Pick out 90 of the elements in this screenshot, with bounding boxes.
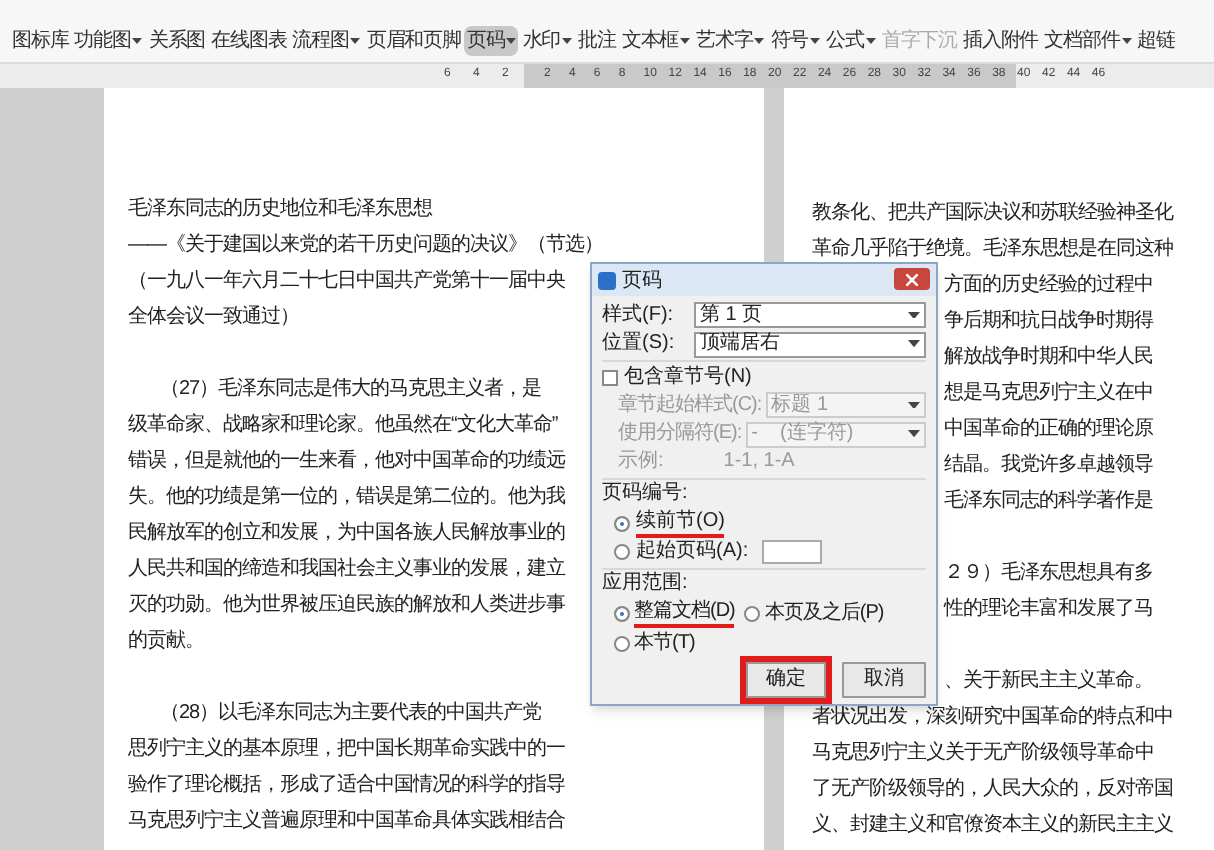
spin-field[interactable] xyxy=(762,540,823,564)
field-label: 使用分隔符(E): xyxy=(616,422,742,446)
checkbox-label: 包含章节号(N) xyxy=(624,365,752,389)
field-label: 样式(F): xyxy=(602,303,676,327)
text-line: （28）以毛泽东同志为主要代表的中国共产党 xyxy=(160,699,542,728)
text-line: （一九八一年六月二十七日中国共产党第十一届中央 xyxy=(128,267,565,296)
radio-label: 整篇文档(D) xyxy=(634,599,735,627)
caret-icon xyxy=(810,38,821,44)
example-text: 1-1, 1-A xyxy=(723,450,795,474)
ribbon-button[interactable]: 超链 xyxy=(1135,26,1178,56)
ok-button[interactable]: 确定 xyxy=(746,662,826,698)
text-line: 解放战争时期和中华人民 xyxy=(944,343,1153,372)
close-icon xyxy=(906,273,918,285)
field-label: 位置(S): xyxy=(602,332,677,356)
ribbon-button[interactable]: 功能图 xyxy=(72,26,145,56)
field-label: 示例: xyxy=(618,450,664,474)
text-line: 争后期和抗日战争时期得 xyxy=(944,307,1153,336)
text-line: 毛泽东同志的历史地位和毛泽东思想 xyxy=(128,195,432,224)
ribbon-button[interactable]: 插入附件 xyxy=(961,26,1041,56)
text-line: （27）毛泽东同志是伟大的马克思主义者，是 xyxy=(160,375,542,404)
text-line: 级革命家、战略家和理论家。他虽然在“文化大革命” xyxy=(128,411,558,440)
radio-label: 本页及之后(P) xyxy=(764,601,884,625)
radio-button[interactable] xyxy=(614,605,630,621)
ribbon-button[interactable]: 水印 xyxy=(520,26,575,56)
text-line: 民解放军的创立和发展，为中国各族人民解放事业的 xyxy=(128,519,565,548)
text-line: 毛泽东同志的科学著作是 xyxy=(944,487,1153,516)
text-line: 思列宁主义的基本原理，把中国长期革命实践中的一 xyxy=(128,735,565,764)
close-button[interactable] xyxy=(894,268,930,290)
radio-label: 起始页码(A): xyxy=(636,540,749,564)
radio-button[interactable] xyxy=(614,635,630,651)
text-line: 方面的历史经验的过程中 xyxy=(944,271,1153,300)
ribbon-button[interactable]: 文本框 xyxy=(619,26,693,56)
caret-icon xyxy=(908,311,920,319)
text-line: 全体会议一致通过） xyxy=(128,303,299,332)
section-label: 页码编号: xyxy=(602,482,688,506)
dropdown-field[interactable]: 第 1 页 xyxy=(694,302,926,328)
checkbox[interactable] xyxy=(602,369,618,385)
text-line: 错误，但是就他的一生来看，他对中国革命的功绩远 xyxy=(128,447,565,476)
text-line: 人民共和国的缔造和我国社会主义事业的发展，建立 xyxy=(128,555,565,584)
dropdown-field[interactable]: 顶端居右 xyxy=(694,331,926,357)
ribbon-button[interactable]: 批注 xyxy=(576,26,618,56)
caret-icon xyxy=(562,38,573,44)
text-line: 了无产阶级领导的，人民大众的，反对帝国 xyxy=(812,775,1173,804)
ribbon-button[interactable]: 页码 xyxy=(464,26,519,56)
radio-button[interactable] xyxy=(614,544,630,560)
ribbon-button[interactable]: 文档部件 xyxy=(1042,26,1134,56)
text-line: 义、封建主义和官僚资本主义的新民主主义 xyxy=(812,811,1173,840)
text-line: 马克思列宁主义关于无产阶级领导革命中 xyxy=(812,739,1154,768)
text-line: 性的理论丰富和发展了马 xyxy=(944,595,1153,624)
caret-icon xyxy=(754,38,765,44)
ribbon-button[interactable]: 页眉和页脚 xyxy=(364,26,463,56)
caret-icon xyxy=(908,340,920,348)
text-line: 革命几乎陷于绝境。毛泽东思想是在同这种 xyxy=(812,235,1173,264)
text-line: 的贡献。 xyxy=(128,627,204,656)
dialog-title: 页码 xyxy=(622,267,662,295)
radio-label: 本节(T) xyxy=(634,631,695,655)
ribbon-button[interactable]: 艺术字 xyxy=(694,26,767,56)
caret-icon xyxy=(506,38,517,44)
text-line: 马克思列宁主义普遍原理和中国革命具体实践相结合 xyxy=(128,807,565,836)
radio-button[interactable] xyxy=(614,515,630,531)
text-line: 灭的功勋。他为世界被压迫民族的解放和人类进步事 xyxy=(128,591,565,620)
ribbon-button[interactable]: 在线图表 xyxy=(209,26,289,56)
text-line: 想是马克思列宁主义在中 xyxy=(944,379,1153,408)
text-line: 失。他的功绩是第一位的，错误是第二位的。他为我 xyxy=(128,483,565,512)
caret-icon xyxy=(350,38,361,44)
caret-icon xyxy=(865,38,876,44)
caret-icon xyxy=(908,401,920,409)
caret-icon xyxy=(908,430,920,438)
text-line: 者状况出发，深刻研究中国革命的特点和中 xyxy=(812,703,1173,732)
text-line: 、关于新民主主义革命。 xyxy=(944,667,1153,696)
text-line: 教条化、把共产国际决议和苏联经验神圣化 xyxy=(812,199,1173,228)
field-label: 章节起始样式(C): xyxy=(616,393,762,417)
ribbon-button[interactable]: 流程图 xyxy=(290,26,363,56)
section-label: 应用范围: xyxy=(602,572,688,596)
caret-icon xyxy=(1121,38,1132,44)
ribbon-button[interactable]: 关系图 xyxy=(146,26,208,56)
text-line: ——《关于建国以来党的若干历史问题的决议》（节选） xyxy=(128,231,603,260)
text-line: 中国革命的正确的理论原 xyxy=(944,415,1153,444)
ribbon-button[interactable]: 符号 xyxy=(768,26,823,56)
cancel-button[interactable]: 取消 xyxy=(842,662,926,698)
text-line: 验作了理论概括，形成了适合中国情况的科学的指导 xyxy=(128,771,565,800)
app-icon xyxy=(598,271,616,289)
text-line: ２９）毛泽东思想具有多 xyxy=(944,559,1153,588)
ribbon-button[interactable]: 公式 xyxy=(824,26,878,56)
caret-icon xyxy=(680,38,691,44)
radio-label: 续前节(O) xyxy=(636,509,725,537)
radio-button[interactable] xyxy=(744,605,761,621)
caret-icon xyxy=(132,38,143,44)
ribbon-button[interactable]: 图标库 xyxy=(10,26,71,56)
text-line: 结晶。我党许多卓越领导 xyxy=(944,451,1153,480)
